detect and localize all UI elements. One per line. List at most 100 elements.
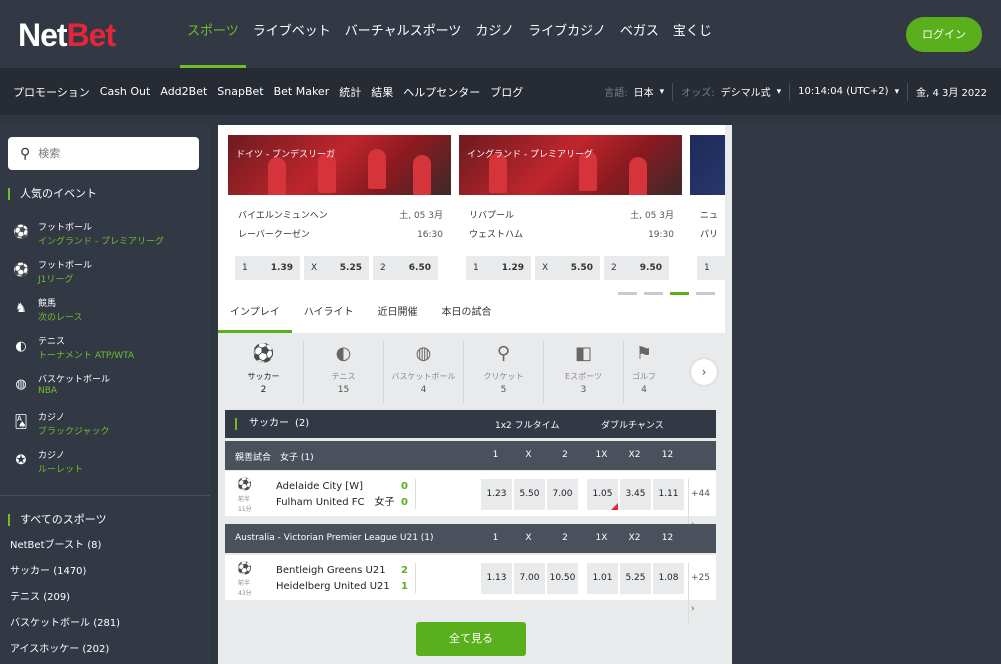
nav-live-casino[interactable]: ライブカジノ: [521, 0, 613, 68]
nav-vegas[interactable]: ベガス: [613, 0, 666, 68]
odds-button[interactable]: 1: [697, 256, 725, 280]
subnav-snapbet[interactable]: SnapBet: [212, 85, 268, 98]
subnav-cash-out[interactable]: Cash Out: [95, 85, 156, 98]
match-banner-image: ドイツ - ブンデスリーガ: [228, 135, 451, 195]
sport-filter-strip: ⚽ サッカー 2 ◐ テニス 15 ◍ バスケットボール 4 ⚲ クリケット 5 ◧ Eスポーツ 3…: [224, 341, 718, 403]
popular-item-blackjack[interactable]: 🂡 カジノ ブラックジャック: [0, 406, 210, 444]
match-row[interactable]: ⚽ 前半 43分 Bentleigh Greens U21 Heidelberg U…: [225, 555, 716, 625]
all-sports-title: すべてのスポーツ: [8, 514, 107, 526]
match-row[interactable]: ⚽ 前半 11分 Adelaide City [W] Fulham United F…: [225, 471, 716, 541]
sport-filter-soccer[interactable]: ⚽ サッカー 2: [224, 341, 304, 403]
odds-button[interactable]: 7.00: [547, 479, 578, 510]
netbet-logo[interactable]: NetBet: [18, 16, 116, 54]
player-figure: [368, 149, 386, 189]
timezone-select[interactable]: 10:14:04 (UTC+2) ▾: [789, 82, 907, 101]
all-sports-item-tennis[interactable]: テニス (209): [10, 585, 120, 611]
odds-button[interactable]: 1 1.39: [235, 256, 300, 280]
odds-button[interactable]: 10.50: [547, 563, 578, 594]
featured-match-card[interactable]: ニュ パリ 1: [690, 135, 725, 280]
soccer-ball-icon: ⚽: [237, 561, 252, 575]
odds-button[interactable]: 1 1.29: [466, 256, 531, 280]
tab-today[interactable]: 本日の試合: [430, 300, 504, 333]
away-team: Fulham United FC 女子: [276, 497, 395, 508]
subnav-promotions[interactable]: プロモーション: [8, 84, 95, 100]
nav-sports[interactable]: スポーツ: [180, 0, 246, 68]
subnav-add2bet[interactable]: Add2Bet: [155, 85, 212, 98]
league-header[interactable]: 親善試合 女子 (1) 1 X 2 1X X2 12: [225, 441, 716, 470]
nav-live-bet[interactable]: ライブベット: [246, 0, 338, 68]
subnav-stats[interactable]: 統計: [334, 84, 366, 100]
sport-filter-cricket[interactable]: ⚲ クリケット 5: [464, 341, 544, 403]
all-sports-item-soccer[interactable]: サッカー (1470): [10, 559, 120, 585]
sidebar-divider: [0, 495, 210, 496]
sport-filter-golf[interactable]: ⚑ ゴルフ 4: [624, 341, 664, 403]
sport-filter-esports[interactable]: ◧ Eスポーツ 3: [544, 341, 624, 403]
popular-item-football-j1[interactable]: ⚽ フットボール J1リーグ: [0, 254, 210, 292]
card-time: 16:30: [417, 230, 443, 240]
odds-format-select[interactable]: オッズ: デシマル式 ▾: [672, 82, 789, 101]
all-sports-item-ice-hockey[interactable]: アイスホッケー (202): [10, 637, 120, 663]
odds-button[interactable]: 1.11: [653, 479, 684, 510]
nav-virtual-sports[interactable]: バーチャルスポーツ: [338, 0, 469, 68]
sport-filter-tennis[interactable]: ◐ テニス 15: [304, 341, 384, 403]
settings-bar: 言語: 日本 ▾ オッズ: デシマル式 ▾ 10:14:04 (UTC+2) ▾ 金, 4…: [596, 68, 995, 115]
odds-button[interactable]: 1.23: [481, 479, 512, 510]
market-header-1x2: 1x2 フルタイム: [495, 421, 560, 431]
popular-item-tennis[interactable]: ◐ テニス トーナメント ATP/WTA: [0, 330, 210, 368]
home-score: 2: [401, 565, 408, 576]
odds-button[interactable]: 5.25: [620, 563, 651, 594]
tab-highlights[interactable]: ハイライト: [292, 300, 366, 333]
odds-button[interactable]: 2 9.50: [604, 256, 669, 280]
odds-button[interactable]: 1.05: [587, 479, 618, 510]
carousel-dot-active[interactable]: [670, 292, 689, 295]
carousel-pagination: [618, 292, 715, 295]
nav-lottery[interactable]: 宝くじ: [666, 0, 719, 68]
chevron-right-icon[interactable]: ›: [691, 359, 717, 385]
away-score: 0: [401, 497, 408, 508]
all-sports-item-basketball[interactable]: バスケットボール (281): [10, 611, 120, 637]
popular-item-basketball[interactable]: ◍ バスケットボール NBA: [0, 368, 210, 406]
sub-nav: プロモーション Cash Out Add2Bet SnapBet Bet Mak…: [8, 68, 528, 115]
popular-item-roulette[interactable]: ✪ カジノ ルーレット: [0, 444, 210, 482]
subnav-bet-maker[interactable]: Bet Maker: [269, 85, 335, 98]
carousel-dot[interactable]: [618, 292, 637, 295]
away-team: Heidelberg United U21: [276, 581, 390, 592]
home-team: Adelaide City [W]: [276, 481, 363, 492]
featured-match-card[interactable]: ドイツ - ブンデスリーガ バイエルンミュンヘン レーバークーゼン 土, 05 3…: [228, 135, 451, 280]
popular-item-football-premier[interactable]: ⚽ フットボール イングランド - プレミアリーグ: [0, 216, 210, 254]
match-banner-image: [690, 135, 725, 195]
odds-button[interactable]: X 5.50: [535, 256, 600, 280]
odds-button[interactable]: 1.08: [653, 563, 684, 594]
tab-upcoming[interactable]: 近日開催: [366, 300, 430, 333]
odds-button[interactable]: 1.01: [587, 563, 618, 594]
carousel-dot[interactable]: [696, 292, 715, 295]
odds-button[interactable]: 2 6.50: [373, 256, 438, 280]
language-select[interactable]: 言語: 日本 ▾: [596, 83, 672, 101]
sport-filter-basketball[interactable]: ◍ バスケットボール 4: [384, 341, 464, 403]
more-markets-link[interactable]: +25 ›: [688, 563, 716, 625]
search-box[interactable]: ⚲: [8, 137, 199, 170]
sub-nav-bar: プロモーション Cash Out Add2Bet SnapBet Bet Mak…: [0, 68, 1001, 115]
all-sports-item-boost[interactable]: NetBetブースト (8): [10, 533, 120, 559]
current-date: 金, 4 3月 2022: [907, 82, 995, 101]
league-header[interactable]: Australia - Victorian Premier League U21…: [225, 524, 716, 553]
popular-item-horse-racing[interactable]: ♞ 競馬 次のレース: [0, 292, 210, 330]
see-all-button[interactable]: 全て見る: [416, 622, 526, 656]
subnav-results[interactable]: 結果: [366, 84, 398, 100]
carousel-dot[interactable]: [644, 292, 663, 295]
search-input[interactable]: [38, 147, 179, 160]
subnav-help-center[interactable]: ヘルプセンター: [398, 84, 485, 100]
odds-button[interactable]: X 5.25: [304, 256, 369, 280]
tab-in-play[interactable]: インプレイ: [218, 300, 292, 333]
odds-button[interactable]: 5.50: [514, 479, 545, 510]
login-button[interactable]: ログイン: [906, 17, 982, 52]
event-tabs: インプレイ ハイライト 近日開催 本日の試合: [218, 300, 725, 333]
card-away-team: ウェストハム: [469, 230, 524, 240]
featured-match-card[interactable]: イングランド - プレミアリーグ リバプール ウェストハム 土, 05 3月 19:…: [459, 135, 682, 280]
nav-casino[interactable]: カジノ: [468, 0, 521, 68]
subnav-blog[interactable]: ブログ: [485, 84, 528, 100]
odds-button[interactable]: 1.13: [481, 563, 512, 594]
odds-button[interactable]: 7.00: [514, 563, 545, 594]
player-figure: [413, 155, 431, 195]
odds-button[interactable]: 3.45: [620, 479, 651, 510]
